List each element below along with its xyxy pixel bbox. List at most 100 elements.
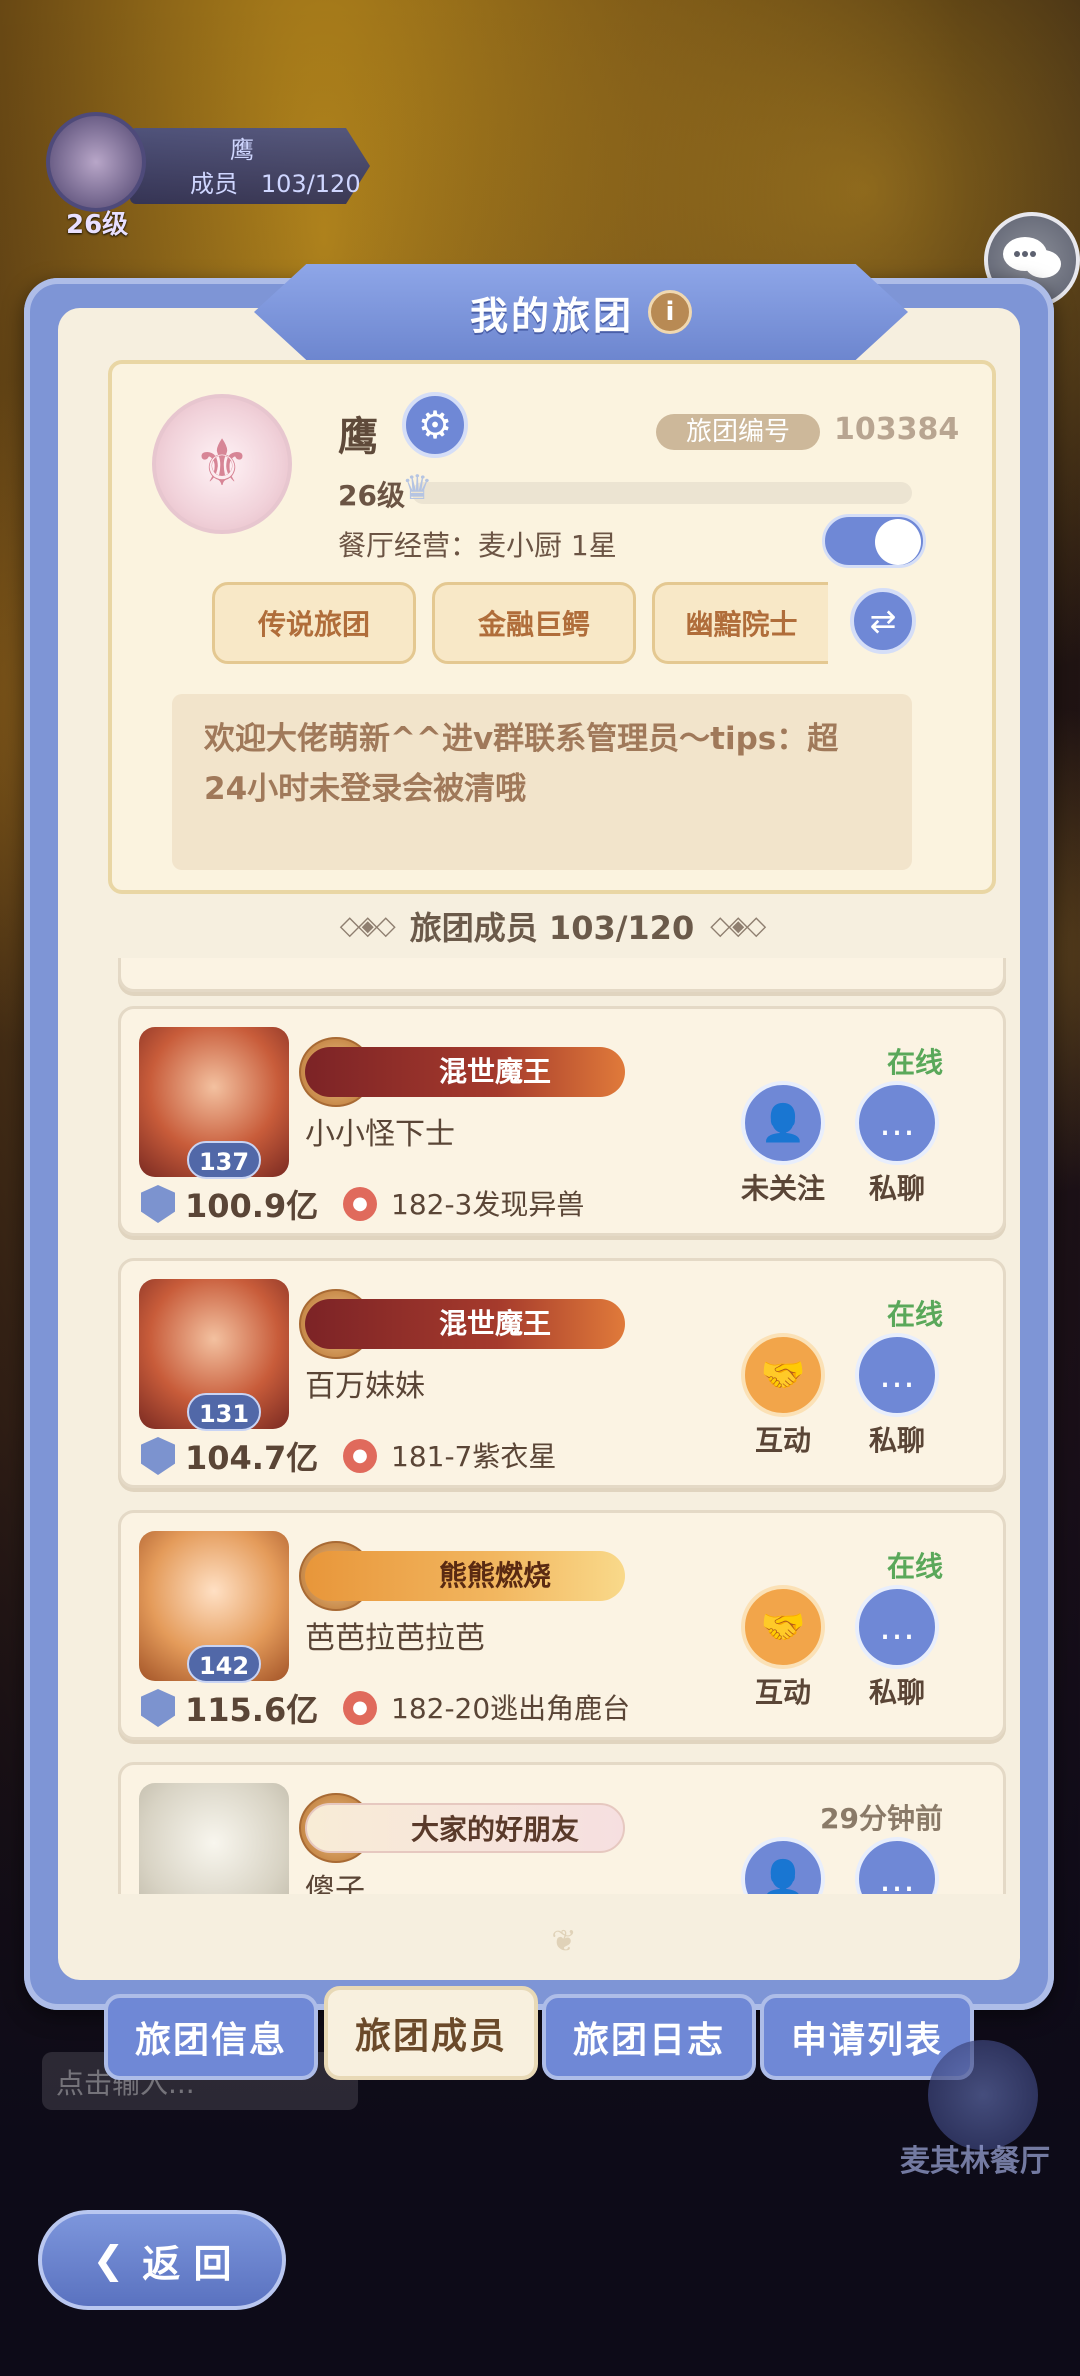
back-button[interactable]: ❮ 返 回 — [38, 2210, 286, 2310]
private-chat-button[interactable]: … — [855, 1837, 939, 1894]
guild-title-label: 传说旅团 — [257, 608, 370, 641]
member-name: 小小怪下士 — [305, 1117, 455, 1152]
chat-icon: … — [879, 1102, 915, 1144]
interact-button[interactable]: 🤝 — [741, 1333, 825, 1417]
interact-button[interactable]: 🤝 — [741, 1585, 825, 1669]
member-power: 100.9亿 — [185, 1187, 319, 1225]
panel-title: 我的旅团 — [469, 293, 634, 338]
shield-icon — [141, 1437, 175, 1475]
list-item: 142 熊熊燃烧 芭芭拉芭拉芭 115.6亿 ● 182-20逃出角鹿台 在线 … — [118, 1510, 1006, 1740]
member-power: 115.6亿 — [185, 1691, 319, 1729]
location-pin-icon: ● — [343, 1439, 377, 1473]
guild-emblem-icon — [46, 112, 146, 212]
add-user-icon: 👤 — [760, 1103, 806, 1144]
guild-title-chip[interactable]: 金融巨鳄 — [432, 582, 636, 664]
member-location: 181-7紫衣星 — [391, 1440, 557, 1473]
members-header-label: 旅团成员 103/120 — [409, 909, 695, 947]
avatar[interactable] — [139, 1783, 289, 1894]
member-level-badge: 137 — [187, 1141, 261, 1179]
private-chat-button[interactable]: … — [855, 1585, 939, 1669]
rank-tag: 熊熊燃烧 — [305, 1551, 625, 1601]
shield-icon — [141, 1689, 175, 1727]
ornament-left-icon: ◇◈◇ — [339, 911, 396, 941]
chat-icon: … — [879, 1354, 915, 1396]
tab-guild-log[interactable]: 旅团日志 — [542, 1994, 756, 2080]
online-status: 在线 — [886, 1046, 943, 1079]
toggle-knob — [875, 519, 921, 565]
tab-bar: 旅团信息 旅团成员 旅团日志 申请列表 — [104, 1986, 976, 2080]
restaurant-level: 餐厅经营：麦小厨 1星 — [338, 529, 617, 562]
private-chat-label: 私聊 — [868, 1172, 925, 1205]
gear-icon: ⚙ — [417, 403, 453, 447]
back-arrow-icon: ❮ — [92, 2238, 125, 2282]
member-name: 芭芭拉芭拉芭 — [305, 1621, 485, 1656]
online-status: 在线 — [886, 1298, 943, 1331]
guild-level-progress-bar — [412, 482, 912, 504]
ornament-right-icon: ◇◈◇ — [710, 911, 766, 941]
list-item — [118, 958, 1006, 992]
info-button[interactable]: i — [648, 290, 692, 334]
follow-label: 未关注 — [740, 1172, 825, 1205]
member-name: 傻子 — [305, 1873, 365, 1894]
handshake-icon: 🤝 — [760, 1355, 806, 1396]
guild-title-chip[interactable]: 传说旅团 — [212, 582, 416, 664]
crown-icon: ♛ — [402, 468, 433, 508]
chat-icon: … — [879, 1858, 915, 1895]
guild-settings-button[interactable]: ⚙ — [402, 392, 468, 458]
private-chat-button[interactable]: … — [855, 1333, 939, 1417]
guild-panel: 我的旅团 i ⚜ 鹰 ⚙ 旅团编号 103384 26级 ♛ 餐厅经营：麦小厨 … — [24, 264, 1054, 2010]
guild-emblem-large-icon: ⚜ — [152, 394, 292, 534]
hud-guild-badge[interactable]: 鹰 成员 103/120 26级 — [10, 112, 380, 240]
panel-footer-ornament-icon: ❦ — [551, 1924, 577, 1959]
rank-tag: 混世魔王 — [305, 1047, 625, 1097]
private-chat-button[interactable]: … — [855, 1081, 939, 1165]
handshake-icon: 🤝 — [760, 1607, 806, 1648]
hud-guild-name: 鹰 — [230, 136, 254, 164]
last-online-status: 29分钟前 — [820, 1802, 943, 1835]
add-user-icon: 👤 — [760, 1859, 806, 1894]
panel-title-plate: 我的旅团 i — [254, 264, 908, 360]
guild-name: 鹰 — [338, 414, 378, 460]
member-level-badge: 131 — [187, 1393, 261, 1431]
swap-arrows-icon: ⇄ — [869, 602, 897, 640]
follow-button[interactable]: 👤 — [741, 1081, 825, 1165]
guild-toggle[interactable] — [822, 514, 926, 568]
list-item: 136 大家的好朋友 傻子 29分钟前 👤 … — [118, 1762, 1006, 1894]
hud-guild-level: 26级 — [66, 210, 129, 240]
member-name: 百万妹妹 — [305, 1369, 425, 1404]
follow-button[interactable]: 👤 — [741, 1837, 825, 1894]
guild-info-card: ⚜ 鹰 ⚙ 旅团编号 103384 26级 ♛ 餐厅经营：麦小厨 1星 传说旅团… — [108, 360, 996, 894]
guild-title-label: 幽黯院士 — [685, 608, 798, 641]
hud-guild-members: 成员 103/120 — [190, 170, 361, 198]
private-chat-label: 私聊 — [868, 1676, 925, 1709]
shield-icon — [141, 1185, 175, 1223]
members-header: ◇◈◇ 旅团成员 103/120 ◇◈◇ — [108, 898, 996, 954]
rank-tag: 大家的好朋友 — [305, 1803, 625, 1853]
restaurant-label: 麦其林餐厅 — [900, 2144, 1050, 2179]
rank-tag: 混世魔王 — [305, 1299, 625, 1349]
guild-level: 26级 — [338, 479, 405, 512]
tab-guild-info[interactable]: 旅团信息 — [104, 1994, 318, 2080]
member-list[interactable]: 137 混世魔王 小小怪下士 100.9亿 ● 182-3发现异兽 在线 👤 未… — [114, 958, 1010, 1894]
member-power: 104.7亿 — [185, 1439, 319, 1477]
location-pin-icon: ● — [343, 1691, 377, 1725]
swap-titles-button[interactable]: ⇄ — [850, 588, 916, 654]
online-status: 在线 — [886, 1550, 943, 1583]
guild-id: 103384 — [834, 412, 960, 447]
interact-label: 互动 — [754, 1676, 811, 1709]
member-location: 182-20逃出角鹿台 — [391, 1692, 631, 1725]
location-pin-icon: ● — [343, 1187, 377, 1221]
guild-title-chip[interactable]: 幽黯院士 — [652, 582, 828, 664]
guild-id-label: 旅团编号 — [656, 414, 820, 450]
member-location: 182-3发现异兽 — [391, 1188, 585, 1221]
member-level-badge: 142 — [187, 1645, 261, 1683]
tab-guild-members[interactable]: 旅团成员 — [324, 1986, 538, 2080]
restaurant-icon[interactable] — [928, 2040, 1038, 2150]
list-item: 131 混世魔王 百万妹妹 104.7亿 ● 181-7紫衣星 在线 🤝 互动 … — [118, 1258, 1006, 1488]
guild-notice: 欢迎大佬萌新^^进v群联系管理员～tips：超24小时未登录会被清哦 — [172, 694, 912, 870]
interact-label: 互动 — [754, 1424, 811, 1457]
private-chat-label: 私聊 — [868, 1424, 925, 1457]
guild-title-label: 金融巨鳄 — [477, 608, 590, 641]
chat-icon: … — [879, 1606, 915, 1648]
back-label: 返 回 — [142, 2241, 232, 2286]
